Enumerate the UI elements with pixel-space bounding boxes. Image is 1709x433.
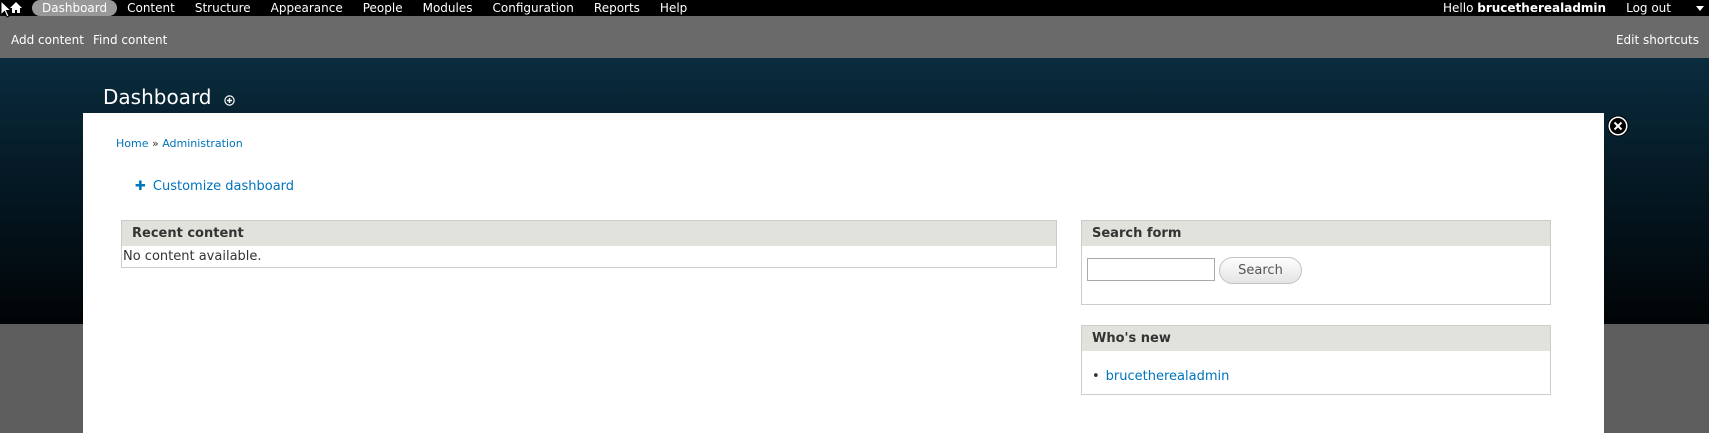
toolbar-item-configuration[interactable]: Configuration: [483, 0, 584, 16]
bullet-icon: •: [1092, 369, 1100, 384]
greeting-prefix: Hello: [1443, 1, 1474, 15]
plus-icon: ✚: [135, 179, 146, 194]
whos-new-title: Who's new: [1082, 326, 1550, 351]
search-button[interactable]: Search: [1219, 257, 1302, 284]
toolbar-item-content[interactable]: Content: [117, 0, 185, 16]
breadcrumb: Home » Administration: [116, 137, 243, 150]
toolbar-item-help[interactable]: Help: [650, 0, 697, 16]
admin-toolbar: Dashboard Content Structure Appearance P…: [0, 0, 1709, 16]
breadcrumb-home[interactable]: Home: [116, 137, 148, 150]
list-item: • brucetherealadmin: [1092, 369, 1229, 384]
toolbar-item-people[interactable]: People: [353, 0, 413, 16]
shortcuts-bar: Add content Find content Edit shortcuts: [0, 16, 1709, 58]
search-form-block: Search form Search: [1081, 220, 1551, 305]
page-title: Dashboard: [103, 85, 212, 109]
close-overlay-icon[interactable]: [1607, 115, 1629, 137]
whos-new-block: Who's new • brucetherealadmin: [1081, 325, 1551, 395]
toolbar-item-modules[interactable]: Modules: [413, 0, 483, 16]
shortcuts-toggle-icon[interactable]: [1691, 0, 1709, 16]
toolbar-item-structure[interactable]: Structure: [185, 0, 261, 16]
shortcut-find-content[interactable]: Find content: [93, 33, 167, 47]
breadcrumb-separator: »: [151, 137, 159, 150]
search-form-title: Search form: [1082, 221, 1550, 246]
breadcrumb-administration[interactable]: Administration: [162, 137, 243, 150]
greeting-username[interactable]: brucetherealadmin: [1477, 1, 1606, 15]
customize-dashboard-link[interactable]: ✚ Customize dashboard: [135, 179, 294, 194]
recent-content-empty-text: No content available.: [123, 249, 262, 264]
recent-content-block: Recent content No content available.: [121, 220, 1057, 268]
search-input[interactable]: [1087, 258, 1215, 281]
toolbar-user-area: Hello brucetherealadmin Log out: [1443, 0, 1709, 16]
logout-link[interactable]: Log out: [1626, 1, 1671, 15]
toolbar-item-reports[interactable]: Reports: [584, 0, 650, 16]
new-user-link[interactable]: brucetherealadmin: [1106, 369, 1230, 384]
recent-content-title: Recent content: [122, 221, 1056, 246]
toolbar-item-appearance[interactable]: Appearance: [261, 0, 353, 16]
toolbar-menu: Dashboard Content Structure Appearance P…: [32, 0, 697, 16]
greeting: Hello brucetherealadmin: [1443, 1, 1606, 15]
mouse-cursor-icon: [0, 0, 13, 20]
toolbar-item-dashboard[interactable]: Dashboard: [32, 0, 118, 16]
shortcut-add-content[interactable]: Add content: [11, 33, 84, 47]
add-shortcut-icon[interactable]: [224, 91, 235, 106]
edit-shortcuts-link[interactable]: Edit shortcuts: [1616, 33, 1699, 47]
customize-dashboard-label[interactable]: Customize dashboard: [153, 179, 294, 194]
